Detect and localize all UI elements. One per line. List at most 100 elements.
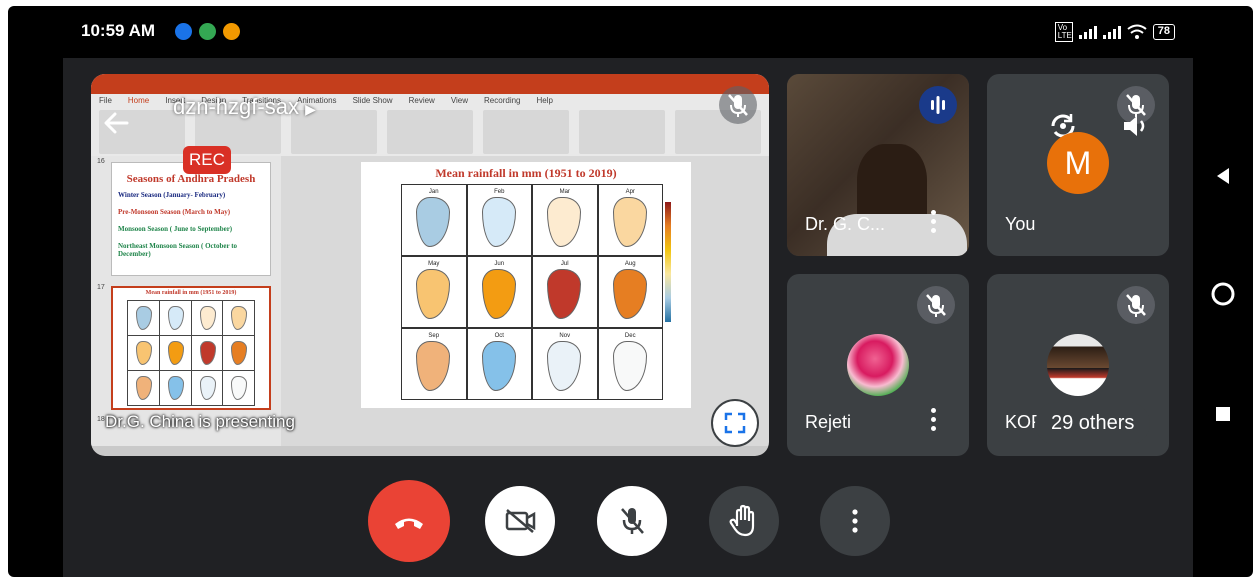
signal-icon (1078, 25, 1097, 39)
call-controls (363, 480, 893, 562)
month-map: Nov (533, 329, 597, 399)
month-map: Mar (533, 185, 597, 255)
battery-icon: 78 (1152, 24, 1175, 40)
presenter-muted-indicator (719, 86, 757, 124)
status-bar: 10:59 AM Vo LTE 78 (63, 6, 1193, 58)
nav-recents-icon[interactable] (1203, 394, 1243, 434)
mini-india-map-shape (167, 341, 184, 365)
month-map: Apr (598, 185, 662, 255)
mini-month-map (128, 336, 159, 370)
mini-month-map (191, 301, 223, 335)
signal-icon-2 (1102, 25, 1121, 39)
participant-tile-self[interactable]: M You (987, 74, 1169, 256)
ppt-tab: Review (408, 96, 435, 105)
month-label: Jun (494, 261, 505, 267)
mini-india-map-shape (199, 306, 216, 330)
camera-toggle-button[interactable] (485, 486, 555, 556)
ppt-tab: File (99, 96, 112, 105)
mini-india-map-shape (231, 306, 248, 330)
fullscreen-button[interactable] (711, 399, 759, 447)
india-map-shape (416, 197, 450, 247)
month-map: Aug (598, 257, 662, 327)
month-label: Mar (559, 189, 570, 195)
month-label: Jul (560, 261, 569, 267)
muted-indicator (917, 286, 955, 324)
mini-india-map-shape (136, 376, 152, 400)
speaking-indicator (919, 86, 957, 124)
status-icons: Vo LTE 78 (1054, 22, 1175, 42)
thumb-number: 16 (97, 158, 105, 165)
participant-photo-avatar (1047, 334, 1109, 396)
india-map-shape (547, 269, 581, 319)
mini-month-map (159, 336, 191, 370)
ppt-statusbar (91, 446, 769, 456)
more-options-icon[interactable] (931, 408, 937, 434)
month-label: Feb (494, 189, 505, 195)
presentation-tile[interactable]: File Home Insert Design Transitions Anim… (91, 74, 769, 456)
month-map: Oct (467, 329, 531, 399)
mini-month-map (128, 301, 159, 335)
india-map-shape (547, 197, 581, 247)
meet-screen: 10:59 AM Vo LTE 78 File Home Insert Desi… (63, 6, 1193, 577)
back-arrow-icon[interactable] (101, 108, 131, 138)
mic-off-icon (728, 94, 748, 117)
season-line: Northeast Monsoon Season ( October to De… (118, 242, 238, 258)
month-map: May (402, 257, 466, 327)
slide-thumbnails: 16 Seasons of Andhra Pradesh Winter Seas… (91, 156, 281, 446)
participant-tile-presenter[interactable]: Dr. G. C... (787, 74, 969, 256)
mini-india-map-shape (199, 376, 216, 400)
mic-toggle-button[interactable] (597, 486, 667, 556)
nav-home-icon[interactable] (1203, 274, 1243, 314)
volte-icon: Vo LTE (1054, 22, 1073, 42)
ppt-tab: Slide Show (352, 96, 393, 105)
participant-name: Dr. G. C... (805, 214, 886, 234)
end-call-button[interactable] (368, 480, 450, 562)
month-map: Dec (598, 329, 662, 399)
month-label: Oct (494, 333, 504, 339)
mic-off-icon (621, 508, 644, 534)
mini-india-map-shape (167, 376, 184, 400)
video-off-icon (505, 509, 536, 533)
india-map-shape (416, 269, 450, 319)
india-map-shape (612, 197, 647, 247)
ppt-tab: View (450, 96, 469, 105)
season-line: Winter Season (January- February) (118, 191, 226, 199)
ppt-tab: Recording (484, 96, 521, 105)
mini-month-map (191, 371, 223, 405)
participant-tile-rejeti[interactable]: Rejeti (787, 274, 969, 456)
notification-icon-app (175, 23, 192, 40)
mini-india-map-shape (199, 341, 216, 365)
month-map: Jan (402, 185, 466, 255)
audio-wave-icon (931, 96, 945, 114)
participant-tile-others[interactable]: KOP 29 others (987, 274, 1169, 456)
more-options-icon[interactable] (931, 210, 937, 236)
raise-hand-button[interactable] (709, 486, 779, 556)
more-options-button[interactable] (820, 486, 890, 556)
mini-india-map-shape (136, 341, 152, 365)
ppt-tab: Home (127, 96, 150, 105)
recording-badge: REC (183, 146, 231, 174)
others-count-pill[interactable]: 29 others (1035, 402, 1151, 445)
thumb-number: 18 (97, 416, 105, 423)
self-avatar: M (1047, 132, 1109, 194)
mini-month-map (191, 336, 223, 370)
current-slide: Mean rainfall in mm (1951 to 2019) Jan Fe… (361, 162, 691, 408)
thumb2-title: Mean rainfall in mm (1951 to 2019) (145, 290, 237, 296)
india-map-shape (481, 341, 516, 391)
meeting-code[interactable]: dzn-hzgf-sax ▶ (173, 94, 316, 120)
mini-month-map (159, 371, 191, 405)
india-map-shape (481, 269, 516, 319)
presenting-label: Dr.G. China is presenting (105, 412, 295, 431)
month-label: Dec (624, 333, 636, 339)
month-label: Apr (625, 189, 635, 195)
clock: 10:59 AM (81, 21, 156, 40)
month-label: Sep (428, 333, 440, 339)
mini-month-map (223, 301, 254, 335)
hand-icon (729, 504, 755, 537)
speaker-icon[interactable] (1119, 110, 1151, 142)
mic-off-icon (1126, 294, 1146, 317)
nav-back-icon[interactable] (1203, 156, 1243, 196)
month-map: Jul (533, 257, 597, 327)
more-vert-icon (852, 509, 858, 533)
mini-month-map (128, 371, 159, 405)
